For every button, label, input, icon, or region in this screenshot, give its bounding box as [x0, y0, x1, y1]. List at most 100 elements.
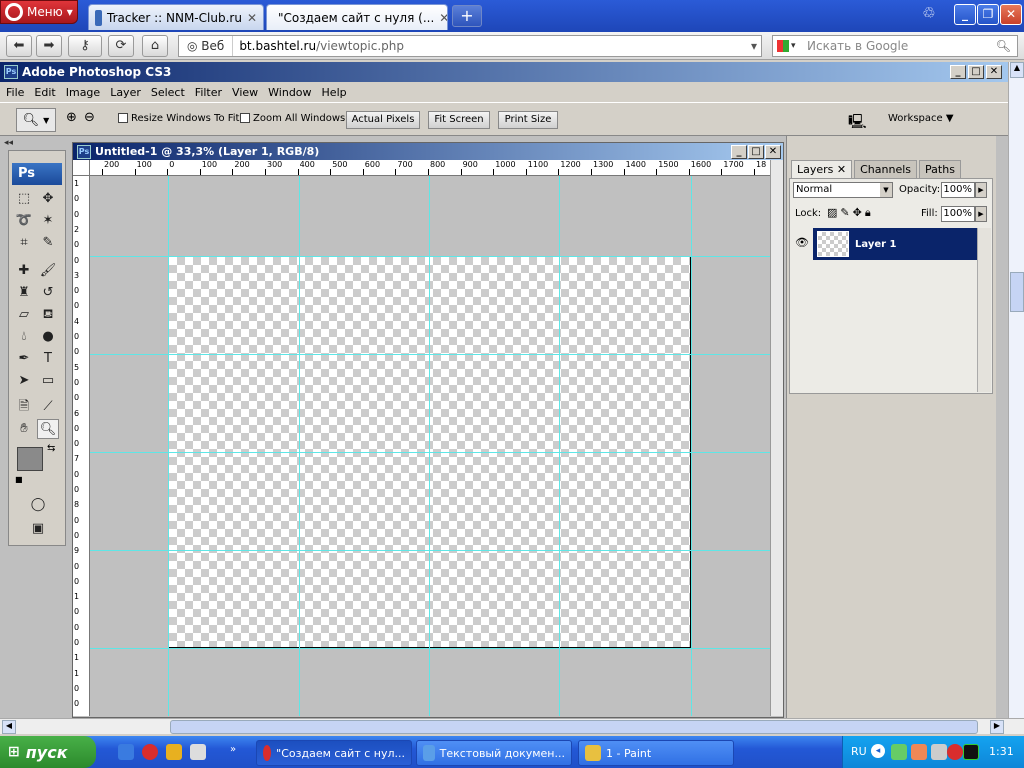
ps-close-button[interactable]: ✕	[986, 65, 1002, 79]
layer-row[interactable]: Layer 1	[813, 228, 977, 260]
tab-paths[interactable]: Paths	[919, 160, 961, 178]
eyedropper-icon[interactable]: ⟋	[37, 397, 59, 417]
paint-bucket-icon[interactable]: ⛾	[37, 305, 59, 325]
type-tool-icon[interactable]: T	[37, 349, 59, 369]
fill-field[interactable]: 100%	[941, 206, 975, 222]
desktop-icon[interactable]	[118, 744, 134, 760]
close-window-button[interactable]: ✕	[1000, 4, 1022, 25]
eraser-tool-icon[interactable]: ▱	[13, 305, 35, 325]
app-icon[interactable]	[166, 744, 182, 760]
quick-mask-icon[interactable]: ◯	[27, 495, 49, 515]
crop-tool-icon[interactable]: ⌗	[13, 233, 35, 253]
fit-screen-button[interactable]: Fit Screen	[428, 111, 490, 129]
eye-visibility-icon[interactable]: 👁︎	[791, 228, 813, 260]
swap-colors-icon[interactable]: ⇆	[47, 443, 55, 454]
document-scrollbar[interactable]	[770, 160, 783, 716]
blur-tool-icon[interactable]: 💧︎	[13, 327, 35, 347]
address-bar[interactable]: ◎ Веб bt.bashtel.ru/viewtopic.php ▾	[178, 35, 762, 57]
pen-tool-icon[interactable]: ✒	[13, 349, 35, 369]
task-paint[interactable]: 1 - Paint	[578, 740, 734, 766]
reload-button[interactable]: ⟳	[108, 35, 134, 57]
scroll-left-icon[interactable]: ◀	[2, 720, 16, 734]
doc-close-button[interactable]: ✕	[765, 144, 781, 159]
default-colors-icon[interactable]: ■	[15, 475, 23, 484]
menu-help[interactable]: Help	[322, 86, 347, 99]
chevron-right-icon[interactable]: ▶	[975, 182, 987, 198]
scroll-thumb[interactable]	[1010, 272, 1024, 312]
menu-view[interactable]: View	[232, 86, 258, 99]
opera-icon[interactable]	[142, 744, 158, 760]
trash-icon[interactable]: ♲	[918, 4, 940, 26]
google-icon[interactable]: ▾	[773, 40, 801, 52]
close-tab-icon[interactable]: ✕	[247, 11, 257, 25]
search-field[interactable]: ▾ Искать в Google 🔍︎	[772, 35, 1018, 57]
opacity-field[interactable]: 100%	[941, 182, 975, 198]
resize-windows-checkbox[interactable]: Resize Windows To Fit	[118, 113, 239, 124]
app-icon[interactable]	[190, 744, 206, 760]
zoom-all-windows-checkbox[interactable]: Zoom All Windows	[240, 113, 345, 124]
screen-mode-icon[interactable]: ▣	[27, 519, 49, 539]
menu-select[interactable]: Select	[151, 86, 185, 99]
history-brush-icon[interactable]: ↺	[37, 283, 59, 303]
file-browser-icon[interactable]: 🖳	[848, 111, 867, 135]
minimize-button[interactable]: _	[954, 4, 976, 25]
move-tool-icon[interactable]: ✥	[37, 189, 59, 209]
actual-pixels-button[interactable]: Actual Pixels	[346, 111, 420, 129]
task-notepad[interactable]: Текстовый докумен...	[416, 740, 572, 766]
chevron-down-icon[interactable]: ▾	[751, 39, 761, 53]
chevron-double-icon[interactable]: »	[230, 744, 236, 755]
ruler-origin[interactable]	[73, 160, 90, 176]
ps-minimize-button[interactable]: _	[950, 65, 966, 79]
hand-tool-icon[interactable]: ✋︎	[13, 419, 35, 439]
search-icon[interactable]: 🔍︎	[996, 39, 1017, 53]
magic-wand-icon[interactable]: ✶	[37, 211, 59, 231]
zoom-in-icon[interactable]: ⊕	[66, 110, 77, 125]
chevron-right-icon[interactable]: ▶	[975, 206, 987, 222]
tray-icon[interactable]	[891, 744, 907, 760]
search-input[interactable]: Искать в Google	[801, 39, 908, 53]
scroll-up-icon[interactable]: ▲	[1010, 62, 1024, 78]
lock-icons[interactable]: ▨✎✥🔒︎	[827, 206, 874, 220]
new-tab-button[interactable]: +	[452, 5, 482, 27]
close-tab-icon[interactable]: ✕	[439, 11, 447, 25]
network-icon[interactable]	[931, 744, 947, 760]
scroll-thumb[interactable]	[170, 720, 978, 734]
menu-layer[interactable]: Layer	[110, 86, 141, 99]
menu-image[interactable]: Image	[66, 86, 100, 99]
collapse-icon[interactable]: ◂◂	[4, 138, 13, 148]
restore-button[interactable]: ❐	[977, 4, 999, 25]
zoom-out-icon[interactable]: ⊖	[84, 110, 95, 125]
key-icon[interactable]: ⚷	[68, 35, 102, 57]
tray-icon[interactable]	[911, 744, 927, 760]
tab-nnm-club[interactable]: Tracker :: NNM-Club.ru ✕	[88, 4, 264, 30]
blend-mode-select[interactable]: Normal ▼	[793, 182, 893, 198]
clone-stamp-icon[interactable]: ♜	[13, 283, 35, 303]
healing-brush-icon[interactable]: ✚	[13, 261, 35, 281]
browser-horizontal-scrollbar[interactable]: ◀ ▶	[0, 718, 1024, 734]
back-button[interactable]: ⬅	[6, 35, 32, 57]
tab-sozdaem-sait[interactable]: "Создаем сайт с нуля (... ✕	[266, 4, 448, 30]
workspace-menu[interactable]: Workspace ▼	[888, 113, 954, 124]
menu-file[interactable]: File	[6, 86, 24, 99]
start-button[interactable]: ⊞ пуск	[0, 736, 96, 768]
ps-maximize-button[interactable]: □	[968, 65, 984, 79]
chevron-left-icon[interactable]: ◂	[871, 744, 885, 758]
print-size-button[interactable]: Print Size	[498, 111, 558, 129]
tray-icon[interactable]	[963, 744, 979, 760]
address-url[interactable]: bt.bashtel.ru/viewtopic.php	[233, 39, 404, 53]
language-indicator[interactable]: RU	[851, 745, 867, 758]
rectangle-tool-icon[interactable]: ▭	[37, 371, 59, 391]
home-button[interactable]: ⌂	[142, 35, 168, 57]
path-selection-icon[interactable]: ➤	[13, 371, 35, 391]
slice-tool-icon[interactable]: ✎	[37, 233, 59, 253]
menu-filter[interactable]: Filter	[195, 86, 222, 99]
layers-scrollbar[interactable]	[977, 228, 991, 392]
forward-button[interactable]: ➡	[36, 35, 62, 57]
task-opera[interactable]: "Создаем сайт с нул...	[256, 740, 412, 766]
marquee-tool-icon[interactable]: ⬚	[13, 189, 35, 209]
menu-edit[interactable]: Edit	[34, 86, 55, 99]
dodge-tool-icon[interactable]: ●	[37, 327, 59, 347]
zoom-tool-icon[interactable]: 🔍︎	[37, 419, 59, 439]
opera-icon[interactable]	[947, 744, 963, 760]
lasso-tool-icon[interactable]: ➰	[13, 211, 35, 231]
